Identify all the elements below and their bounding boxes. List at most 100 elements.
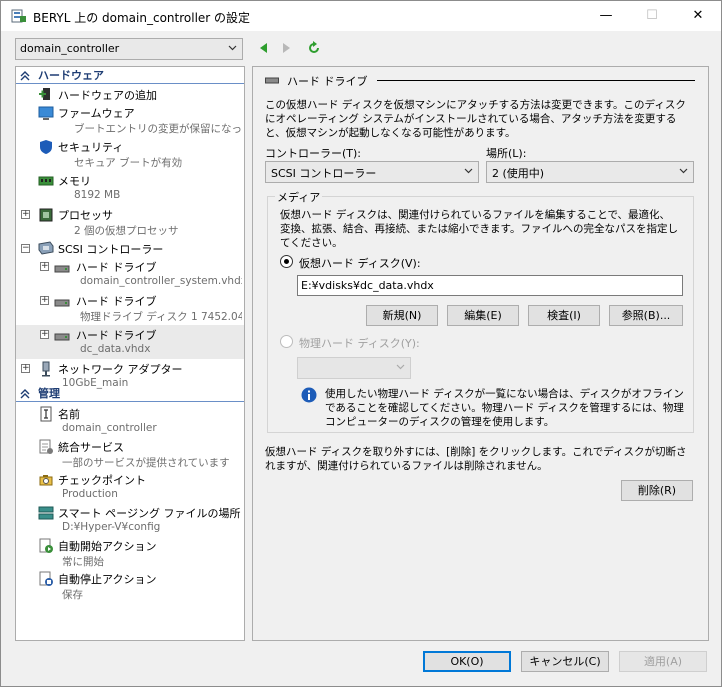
browse-button[interactable]: 参照(B)... <box>609 305 683 326</box>
cancel-button[interactable]: キャンセル(C) <box>521 651 609 672</box>
network-adapter-icon <box>42 361 50 377</box>
collapse-toggle[interactable]: − <box>21 244 30 253</box>
hyper-v-settings-icon <box>11 9 26 23</box>
tree-item-label: SCSI コントローラー <box>58 243 164 256</box>
location-select[interactable]: 2 (使用中) <box>486 161 694 183</box>
controller-label: コントローラー(T): <box>265 147 362 160</box>
location-select-value: 2 (使用中) <box>492 167 545 180</box>
add-hardware-icon <box>39 88 50 100</box>
tree-item-label: スマート ページング ファイルの場所 <box>58 507 241 520</box>
section-divider <box>16 401 244 402</box>
section-divider <box>16 83 244 84</box>
tree-item-sub: 8192 MB <box>74 189 121 201</box>
shield-icon <box>40 140 52 154</box>
collapse-chevron-icon <box>20 71 30 81</box>
tree-item-label: チェックポイント <box>58 474 146 487</box>
expand-toggle[interactable]: + <box>21 210 30 219</box>
chevron-down-icon <box>396 364 405 370</box>
inspect-button[interactable]: 検査(I) <box>528 305 600 326</box>
tree-item-sub: Production <box>62 488 118 500</box>
virtual-disk-radio-label[interactable]: 仮想ハード ディスク(V): <box>299 255 421 271</box>
back-arrow-icon[interactable] <box>257 41 271 55</box>
tree-item-security[interactable]: セキュリティ セキュア ブートが有効 <box>16 137 244 171</box>
physical-disk-radio[interactable] <box>280 335 293 348</box>
tree-item-sub: 常に開始 <box>62 556 104 568</box>
tree-item-hard-drive-2[interactable]: + ハード ドライブ 物理ドライブ ディスク 1 7452.04... <box>16 291 244 325</box>
controller-select[interactable]: SCSI コントローラー <box>265 161 479 183</box>
new-button[interactable]: 新規(N) <box>366 305 438 326</box>
tree-item-sub: domain_controller <box>62 422 157 434</box>
tree-item-label: メモリ <box>58 175 91 188</box>
tree-item-label: プロセッサ <box>58 209 113 222</box>
name-tag-icon <box>40 406 52 422</box>
management-header-label: 管理 <box>38 387 60 400</box>
management-section-header[interactable]: 管理 <box>16 386 244 402</box>
tree-item-label: セキュリティ <box>58 141 124 154</box>
apply-button[interactable]: 適用(A) <box>619 651 707 672</box>
tree-item-processor[interactable]: + プロセッサ 2 個の仮想プロセッサ <box>16 205 244 239</box>
tree-item-hard-drive-3[interactable]: + ハード ドライブ dc_data.vhdx <box>16 325 244 359</box>
physical-disk-select[interactable] <box>297 357 411 379</box>
vm-selector[interactable]: domain_controller <box>15 38 243 60</box>
hard-drive-icon <box>54 333 70 341</box>
tree-item-firmware[interactable]: ファームウェア ブートエントリの変更が保留になって... <box>16 103 244 137</box>
hard-drive-icon <box>54 299 70 307</box>
close-button[interactable]: ✕ <box>675 1 721 31</box>
controller-select-value: SCSI コントローラー <box>271 167 377 180</box>
settings-window: BERYL 上の domain_controller の設定 — ☐ ✕ dom… <box>0 0 722 687</box>
expand-toggle[interactable]: + <box>40 262 49 271</box>
tree-item-add-hardware[interactable]: ハードウェアの追加 <box>16 85 244 103</box>
refresh-icon[interactable] <box>307 41 321 55</box>
expand-toggle[interactable]: + <box>21 364 30 373</box>
tree-item-label: ファームウェア <box>58 107 135 120</box>
window-title: BERYL 上の domain_controller の設定 <box>33 11 251 25</box>
group-title-rule <box>377 80 695 81</box>
tree-item-scsi-controller[interactable]: − SCSI コントローラー <box>16 239 244 257</box>
remove-button[interactable]: 削除(R) <box>621 480 693 501</box>
virtual-disk-radio[interactable] <box>280 255 293 268</box>
edit-button[interactable]: 編集(E) <box>447 305 519 326</box>
group-title: ハード ドライブ <box>265 73 695 88</box>
tree-item-label: ネットワーク アダプター <box>58 363 183 376</box>
tree-item-auto-stop[interactable]: 自動停止アクション 保存 <box>16 569 244 602</box>
forward-arrow-icon[interactable] <box>279 41 293 55</box>
auto-start-icon <box>39 538 53 553</box>
tree-item-hard-drive-1[interactable]: + ハード ドライブ domain_controller_system.vhdx <box>16 257 244 291</box>
vhd-path-input[interactable]: E:¥vdisks¥dc_data.vhdx <box>297 275 683 296</box>
tree-item-sub: セキュア ブートが有効 <box>74 157 183 169</box>
tree-item-sub: domain_controller_system.vhdx <box>80 275 242 287</box>
tree-item-sub: D:¥Hyper-V¥config <box>62 521 161 533</box>
info-icon <box>301 387 317 403</box>
smart-paging-icon <box>38 506 54 520</box>
tree-item-memory[interactable]: メモリ 8192 MB <box>16 171 244 205</box>
expand-toggle[interactable]: + <box>40 330 49 339</box>
tree-item-label: ハード ドライブ <box>76 261 157 274</box>
media-legend: メディア <box>275 189 323 205</box>
hard-drive-icon <box>54 265 70 273</box>
expand-toggle[interactable]: + <box>40 296 49 305</box>
physical-disk-radio-label[interactable]: 物理ハード ディスク(Y): <box>299 335 420 351</box>
minimize-button[interactable]: — <box>583 1 629 31</box>
tree-item-label: ハード ドライブ <box>76 295 157 308</box>
ok-button[interactable]: OK(O) <box>423 651 511 672</box>
remove-description: 仮想ハード ディスクを取り外すには、[削除] をクリックします。これでディスクが… <box>265 446 687 472</box>
tree-item-label: ハードウェアの追加 <box>58 89 157 102</box>
firmware-icon <box>38 106 54 120</box>
hard-drive-icon <box>265 77 279 84</box>
tree-item-sub: dc_data.vhdx <box>80 343 151 355</box>
tree-item-auto-start[interactable]: 自動開始アクション 常に開始 <box>16 536 244 569</box>
maximize-button[interactable]: ☐ <box>629 1 675 31</box>
vhd-path-value: E:¥vdisks¥dc_data.vhdx <box>301 279 434 292</box>
chevron-down-icon <box>228 45 237 51</box>
tree-item-label: 統合サービス <box>58 441 124 454</box>
tree-item-label: 自動開始アクション <box>58 540 157 553</box>
hardware-section-header[interactable]: ハードウェア <box>16 68 244 84</box>
tree-item-integration-services[interactable]: 統合サービス 一部のサービスが提供されています <box>16 437 244 470</box>
tree-item-checkpoint[interactable]: チェックポイント Production <box>16 470 244 503</box>
tree-item-sub: 保存 <box>62 589 83 601</box>
intro-text: この仮想ハード ディスクを仮想マシンにアタッチする方法は変更できます。このディス… <box>265 99 686 139</box>
tree-item-smart-paging[interactable]: スマート ページング ファイルの場所 D:¥Hyper-V¥config <box>16 503 244 536</box>
tree-item-sub: ブートエントリの変更が保留になって... <box>74 123 242 135</box>
chevron-down-icon <box>679 168 688 174</box>
tree-item-name[interactable]: 名前 domain_controller <box>16 404 244 437</box>
